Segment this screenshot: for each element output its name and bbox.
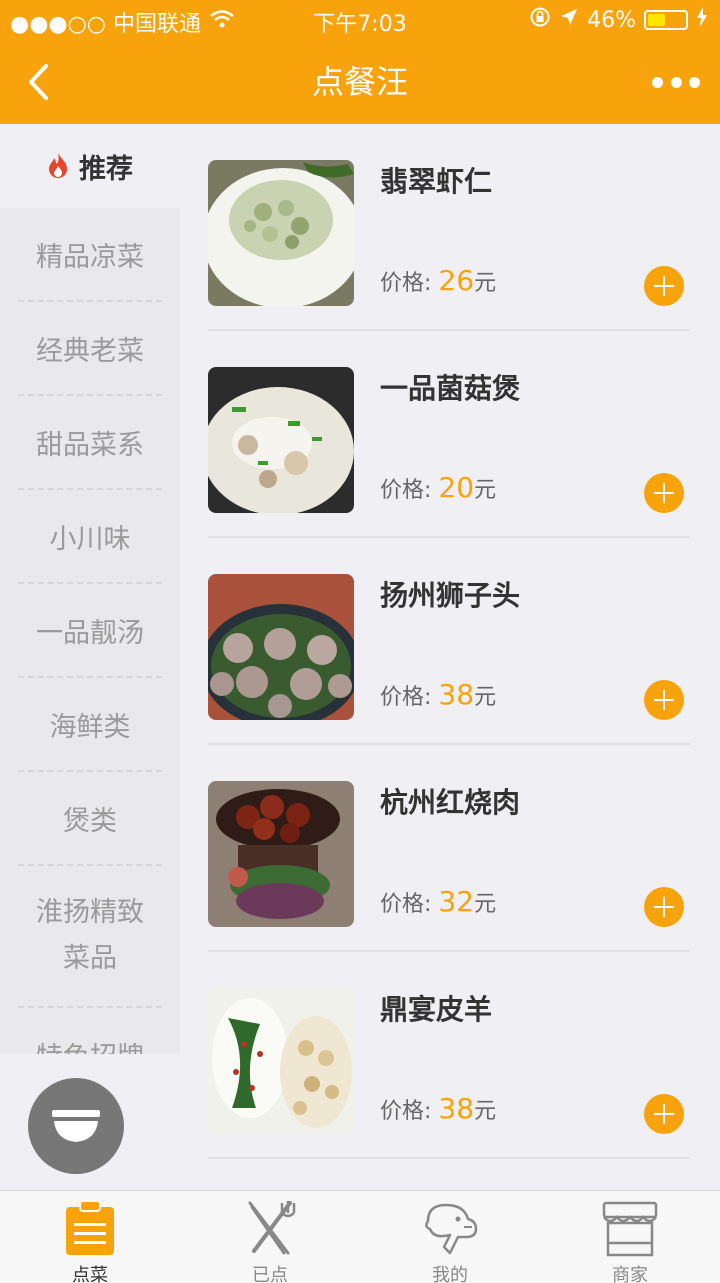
sidebar-item-label: 一品靓汤 — [36, 617, 144, 649]
sidebar-item-label: 煲类 — [63, 805, 117, 837]
tab-bar: 点菜 已点 我的 商家 — [0, 1190, 720, 1283]
dish-name: 杭州红烧肉 — [380, 786, 521, 819]
dish-photo — [208, 988, 354, 1134]
add-to-order-button[interactable] — [644, 1094, 684, 1134]
price-prefix: 价格: — [380, 271, 432, 296]
price-value: 20 — [438, 471, 475, 504]
dish-photo — [208, 367, 354, 513]
price-value: 38 — [438, 1092, 475, 1125]
page-title: 点餐汪 — [311, 63, 408, 101]
dish-photo — [208, 160, 354, 306]
more-dot-icon — [689, 76, 700, 88]
sidebar-item-category[interactable]: 一品靓汤 — [18, 584, 162, 678]
battery-icon — [644, 10, 688, 30]
tab-label: 我的 — [432, 1265, 468, 1283]
dish-price: 价格: 26元 — [380, 264, 496, 297]
sidebar-item-label: 推荐 — [79, 153, 133, 185]
sidebar-item-category[interactable]: 小川味 — [18, 490, 162, 584]
sidebar-item-category[interactable]: 经典老菜 — [18, 302, 162, 396]
sidebar-item-label: 海鲜类 — [49, 711, 131, 743]
sidebar-item-label: 特色招牌 — [36, 1035, 144, 1055]
add-to-order-button[interactable] — [644, 473, 684, 513]
sidebar-item-recommend[interactable]: 推荐 — [0, 124, 180, 208]
dish-price: 价格: 38元 — [380, 678, 496, 711]
battery-percent: 46% — [587, 7, 636, 33]
more-button[interactable] — [652, 68, 700, 96]
dish-name: 鼎宴皮羊 — [380, 993, 493, 1026]
tab-mine[interactable]: 我的 — [360, 1191, 540, 1283]
sidebar-item-category[interactable]: 特色招牌 — [18, 1008, 162, 1055]
price-prefix: 价格: — [380, 478, 432, 503]
dish-price: 价格: 32元 — [380, 885, 496, 918]
status-right: 46% — [529, 6, 708, 34]
status-bar: ●●●○○ 中国联通 下午7:03 46% — [0, 0, 720, 40]
dish-price: 价格: 20元 — [380, 471, 496, 504]
sidebar-item-label: 淮扬精致菜品 — [36, 897, 144, 974]
price-currency: 元 — [474, 685, 497, 710]
fork-knife-icon — [248, 1201, 296, 1255]
tab-order[interactable]: 点菜 — [0, 1191, 180, 1283]
price-currency: 元 — [474, 478, 497, 503]
rotation-lock-icon — [529, 6, 551, 34]
tab-label: 点菜 — [72, 1265, 108, 1283]
sidebar-item-label: 精品凉菜 — [36, 241, 144, 273]
dish-price: 价格: 38元 — [380, 1092, 496, 1125]
more-dot-icon — [670, 76, 682, 88]
dish-item[interactable]: 鼎宴皮羊 价格: 38元 — [208, 952, 690, 1159]
sidebar-item-label: 经典老菜 — [36, 335, 144, 367]
charging-icon — [696, 7, 708, 33]
tab-label: 已点 — [252, 1265, 288, 1283]
dish-name: 翡翠虾仁 — [380, 165, 493, 198]
sidebar-item-category[interactable]: 淮扬精致菜品 — [18, 866, 162, 1008]
dish-item[interactable]: 一品菌菇煲 价格: 20元 — [208, 331, 690, 538]
location-arrow-icon — [559, 7, 579, 33]
add-to-order-button[interactable] — [644, 680, 684, 720]
sidebar-item-category[interactable]: 精品凉菜 — [18, 208, 162, 302]
chevron-left-icon — [29, 64, 48, 100]
category-sidebar[interactable]: 推荐 精品凉菜 经典老菜 甜品菜系 小川味 一品靓汤 海鲜类 煲类 淮扬精致菜品… — [0, 124, 180, 1054]
price-value: 26 — [438, 264, 475, 297]
dish-photo — [208, 574, 354, 720]
back-button[interactable] — [14, 58, 62, 106]
tab-label: 商家 — [612, 1265, 648, 1283]
dish-item[interactable]: 扬州狮子头 价格: 38元 — [208, 538, 690, 745]
dish-name: 扬州狮子头 — [380, 579, 521, 612]
more-dot-icon — [652, 76, 663, 88]
add-to-order-button[interactable] — [644, 266, 684, 306]
price-currency: 元 — [474, 1099, 497, 1124]
price-currency: 元 — [474, 271, 497, 296]
price-prefix: 价格: — [380, 685, 432, 710]
order-bowl-button[interactable] — [28, 1078, 124, 1174]
tab-ordered[interactable]: 已点 — [180, 1191, 360, 1283]
menu-clipboard-icon — [66, 1200, 114, 1255]
sidebar-item-category[interactable]: 甜品菜系 — [18, 396, 162, 490]
price-value: 32 — [438, 885, 475, 918]
price-currency: 元 — [474, 892, 497, 917]
sidebar-item-label: 小川味 — [49, 523, 131, 555]
sidebar-item-category[interactable]: 海鲜类 — [18, 678, 162, 772]
dish-list: 翡翠虾仁 价格: 26元 一品菌菇煲 价格: 20元 扬州狮子头 价格: 38元… — [208, 124, 690, 1159]
price-prefix: 价格: — [380, 1099, 432, 1124]
nav-bar: 点餐汪 — [0, 40, 720, 124]
dish-item[interactable]: 翡翠虾仁 价格: 26元 — [208, 124, 690, 331]
sidebar-item-category[interactable]: 煲类 — [18, 772, 162, 866]
dish-name: 一品菌菇煲 — [380, 372, 521, 405]
sidebar-item-label: 甜品菜系 — [36, 429, 144, 461]
dish-item[interactable]: 杭州红烧肉 价格: 32元 — [208, 745, 690, 952]
fire-icon — [49, 153, 67, 178]
store-icon — [602, 1201, 658, 1257]
bowl-icon — [52, 1110, 100, 1142]
price-prefix: 价格: — [380, 892, 432, 917]
dog-icon — [425, 1203, 478, 1255]
tab-merchant[interactable]: 商家 — [540, 1191, 720, 1283]
add-to-order-button[interactable] — [644, 887, 684, 927]
dish-photo — [208, 781, 354, 927]
price-value: 38 — [438, 678, 475, 711]
